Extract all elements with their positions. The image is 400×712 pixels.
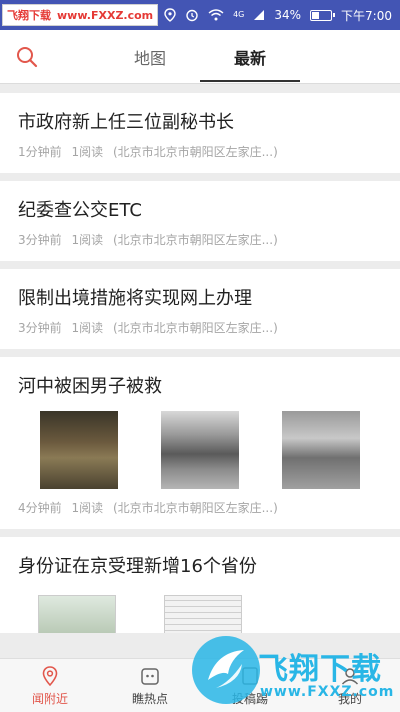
news-time: 3分钟前 (18, 321, 62, 335)
screen: 飞翔下载 www.FXXZ.com 4G 34% 下午7:00 地图 最新 市政… (0, 0, 400, 712)
news-title: 限制出境措施将实现网上办理 (18, 288, 252, 309)
news-card[interactable]: 河中被困男子被救 4分钟前 1阅读 (北京市北京市朝阳区左家庄...) (0, 357, 400, 529)
nav-hot[interactable]: 瞧热点 (100, 659, 200, 712)
network-type-text: 4G (233, 10, 245, 19)
news-thumbnails (18, 411, 382, 489)
alarm-icon (186, 9, 198, 22)
nav-hot-label: 瞧热点 (131, 691, 168, 706)
news-reads: 1阅读 (71, 321, 104, 335)
nav-mine[interactable]: 我的 (300, 659, 400, 712)
news-time: 3分钟前 (18, 233, 62, 247)
user-icon (341, 667, 359, 685)
news-time: 1分钟前 (18, 145, 62, 159)
top-tab-bar: 地图 最新 (0, 30, 400, 84)
news-feed: 市政府新上任三位副秘书长 1分钟前 1阅读 (北京市北京市朝阳区左家庄...) … (0, 93, 400, 641)
news-title: 河中被困男子被救 (18, 376, 162, 397)
news-meta: 4分钟前 1阅读 (北京市北京市朝阳区左家庄...) (18, 499, 382, 529)
news-reads: 1阅读 (71, 233, 104, 247)
watermark-badge-url: www.FXXZ.com (57, 8, 154, 22)
news-title: 市政府新上任三位副秘书长 (18, 112, 234, 133)
news-reads: 1阅读 (71, 501, 104, 515)
news-thumbnail[interactable] (40, 411, 118, 489)
report-icon (242, 666, 258, 685)
clock: 下午7:00 (341, 8, 392, 23)
nav-mine-label: 我的 (337, 691, 362, 706)
location-icon (164, 8, 176, 22)
news-location: (北京市北京市朝阳区左家庄...) (112, 145, 278, 159)
nav-report-label: 投稿踢 (231, 691, 268, 706)
status-bar: 飞翔下载 www.FXXZ.com 4G 34% 下午7:00 (0, 0, 400, 30)
tab-latest[interactable]: 最新 (200, 30, 300, 83)
news-location: (北京市北京市朝阳区左家庄...) (112, 501, 278, 515)
news-time: 4分钟前 (18, 501, 62, 515)
hot-topics-icon (141, 667, 159, 685)
news-card[interactable]: 身份证在京受理新增16个省份 (0, 537, 400, 633)
nav-nearby[interactable]: 闻附近 (0, 659, 100, 712)
nav-nearby-label: 闻附近 (31, 691, 68, 706)
news-card[interactable]: 纪委查公交ETC 3分钟前 1阅读 (北京市北京市朝阳区左家庄...) (0, 181, 400, 261)
news-meta: 1分钟前 1阅读 (北京市北京市朝阳区左家庄...) (18, 143, 382, 173)
news-thumbnails (18, 595, 382, 633)
location-pin-icon (42, 665, 58, 686)
news-title: 纪委查公交ETC (18, 200, 142, 221)
news-meta: 3分钟前 1阅读 (北京市北京市朝阳区左家庄...) (18, 231, 382, 261)
news-meta: 3分钟前 1阅读 (北京市北京市朝阳区左家庄...) (18, 319, 382, 349)
bottom-nav: 闻附近 瞧热点 投稿踢 我的 (0, 658, 400, 712)
news-thumbnail[interactable] (282, 411, 360, 489)
battery-icon (310, 9, 336, 21)
active-tab-indicator (200, 80, 300, 82)
nav-report[interactable]: 投稿踢 (200, 659, 300, 712)
news-thumbnail[interactable] (38, 595, 116, 633)
tab-map[interactable]: 地图 (100, 30, 200, 83)
news-location: (北京市北京市朝阳区左家庄...) (112, 321, 278, 335)
news-thumbnail[interactable] (164, 595, 242, 633)
news-location: (北京市北京市朝阳区左家庄...) (112, 233, 278, 247)
watermark-badge: 飞翔下载 www.FXXZ.com (2, 4, 159, 26)
search-icon[interactable] (14, 44, 40, 70)
watermark-badge-text: 飞翔下载 (7, 9, 51, 22)
news-title: 身份证在京受理新增16个省份 (18, 556, 257, 577)
news-thumbnail[interactable] (161, 411, 239, 489)
wifi-icon (208, 9, 224, 21)
status-icons: 4G 34% 下午7:00 (164, 7, 400, 24)
battery-percent: 34% (274, 8, 302, 22)
news-card[interactable]: 市政府新上任三位副秘书长 1分钟前 1阅读 (北京市北京市朝阳区左家庄...) (0, 93, 400, 173)
news-card[interactable]: 限制出境措施将实现网上办理 3分钟前 1阅读 (北京市北京市朝阳区左家庄...) (0, 269, 400, 349)
signal-icon (254, 10, 265, 20)
news-reads: 1阅读 (71, 145, 104, 159)
battery-fill (312, 11, 319, 19)
